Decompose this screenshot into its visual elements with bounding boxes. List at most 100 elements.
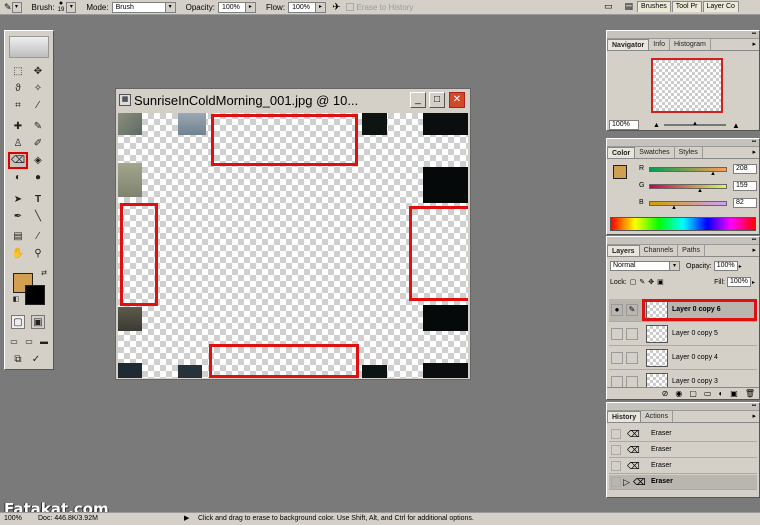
tab-swatches[interactable]: Swatches: [635, 147, 675, 158]
airbrush-icon[interactable]: ✈: [332, 2, 340, 13]
swap-colors-icon[interactable]: ⇄: [37, 267, 51, 281]
layer-opacity-arrow-icon[interactable]: ▸: [739, 263, 742, 270]
move-tool-icon[interactable]: ✥: [31, 65, 45, 79]
eyedropper-tool-icon[interactable]: ⁄: [31, 230, 45, 244]
tab-paths[interactable]: Paths: [678, 245, 706, 256]
tab-history[interactable]: History: [607, 411, 642, 422]
standard-mode-icon[interactable]: ▢: [11, 315, 25, 329]
color-fg-swatch[interactable]: [613, 165, 627, 179]
zoom-tool-icon[interactable]: ⚲: [31, 247, 45, 261]
panel-close-icon[interactable]: ▪▪: [752, 403, 756, 410]
lock-position-icon[interactable]: ✥: [648, 278, 654, 286]
panel-menu-icon[interactable]: ▸: [752, 411, 756, 422]
lock-transparency-icon[interactable]: ▢: [630, 278, 637, 286]
fill-input[interactable]: 100%: [726, 277, 751, 287]
zoom-slider-thumb[interactable]: ▲: [692, 121, 698, 127]
link-toggle[interactable]: [626, 352, 638, 364]
history-brush-tool-icon[interactable]: ✐: [31, 137, 45, 151]
close-button[interactable]: ✕: [449, 92, 465, 108]
layer-style-icon[interactable]: ◉: [675, 389, 682, 398]
tab-channels[interactable]: Channels: [640, 245, 679, 256]
slice-tool-icon[interactable]: ⁄: [31, 99, 45, 113]
layer-row[interactable]: ● ✎ Layer 0 copy 6: [609, 299, 757, 322]
eraser-tool-icon[interactable]: ⌫: [8, 152, 28, 169]
zoom-slider[interactable]: ▲: [663, 121, 726, 127]
image-canvas[interactable]: [118, 113, 468, 378]
zoom-in-icon[interactable]: ▲: [732, 121, 740, 130]
lasso-tool-icon[interactable]: ϑ: [11, 82, 25, 96]
magic-wand-tool-icon[interactable]: ✧: [31, 82, 45, 96]
tab-navigator[interactable]: Navigator: [607, 39, 650, 50]
background-color-swatch[interactable]: [25, 285, 45, 305]
screen-mode-full-icon[interactable]: ▬: [37, 335, 51, 349]
visibility-toggle[interactable]: [611, 352, 623, 364]
adjustment-layer-icon[interactable]: ◐: [718, 389, 723, 398]
pen-tool-icon[interactable]: ✒: [11, 210, 25, 224]
layer-row[interactable]: Layer 0 copy 5: [609, 323, 757, 346]
lock-all-icon[interactable]: ▣: [657, 278, 664, 286]
history-source-box[interactable]: [611, 429, 621, 439]
b-slider-thumb[interactable]: ▲: [671, 205, 677, 211]
panel-close-icon[interactable]: ▪▪: [752, 31, 756, 38]
history-source-box[interactable]: [611, 477, 621, 487]
history-state[interactable]: ⌫ Eraser: [609, 459, 757, 474]
history-state[interactable]: ▷ ⌫ Eraser: [609, 475, 757, 490]
dodge-tool-icon[interactable]: ●: [31, 171, 45, 185]
blend-mode-dropdown-icon[interactable]: ▾: [670, 261, 680, 271]
tab-styles[interactable]: Styles: [675, 147, 703, 158]
screen-mode-full-menu-icon[interactable]: ▭: [22, 335, 36, 349]
g-slider[interactable]: [649, 184, 727, 189]
history-state[interactable]: ⌫ Eraser: [609, 427, 757, 442]
panel-close-icon[interactable]: ▪▪: [752, 237, 756, 244]
tab-color[interactable]: Color: [607, 147, 636, 158]
minimize-button[interactable]: _: [410, 92, 426, 108]
mode-dropdown-icon[interactable]: ▾: [165, 1, 176, 13]
status-menu-arrow-icon[interactable]: ▶: [184, 513, 189, 525]
panel-menu-icon[interactable]: ▸: [752, 39, 756, 50]
tab-info[interactable]: Info: [649, 39, 670, 50]
b-slider[interactable]: [649, 201, 727, 206]
type-tool-icon[interactable]: T: [31, 193, 45, 207]
well-tab-layer-comps[interactable]: Layer Co: [702, 1, 739, 12]
opacity-slider-toggle[interactable]: ▸: [245, 1, 256, 13]
opacity-input[interactable]: 100%: [217, 1, 246, 13]
fill-arrow-icon[interactable]: ▸: [752, 279, 755, 286]
tool-preset-picker[interactable]: ✎ ▾: [4, 1, 22, 13]
layer-mask-icon[interactable]: ▢: [689, 389, 697, 398]
layer-opacity-input[interactable]: 100%: [713, 261, 738, 271]
document-titlebar[interactable]: ▦ SunriseInColdMorning_001.jpg @ 10... _…: [116, 89, 470, 111]
well-icon[interactable]: ▤: [625, 1, 634, 12]
tab-actions[interactable]: Actions: [641, 411, 674, 422]
marquee-tool-icon[interactable]: ⬚: [11, 65, 25, 79]
b-value-input[interactable]: 82: [733, 198, 757, 208]
tab-layers[interactable]: Layers: [607, 245, 640, 256]
well-tab-tool-presets[interactable]: Tool Pr: [671, 1, 702, 12]
clone-stamp-tool-icon[interactable]: ♙: [11, 137, 25, 151]
lock-pixels-icon[interactable]: ✎: [639, 278, 645, 286]
erase-to-history-option[interactable]: Erase to History: [346, 3, 413, 12]
history-source-box[interactable]: [611, 445, 621, 455]
r-value-input[interactable]: 208: [733, 164, 757, 174]
paint-bucket-tool-icon[interactable]: ◈: [31, 154, 45, 168]
crop-tool-icon[interactable]: ⌗: [11, 99, 25, 113]
link-toggle[interactable]: [626, 328, 638, 340]
flow-slider-toggle[interactable]: ▸: [316, 1, 327, 13]
r-slider-thumb[interactable]: ▲: [710, 171, 716, 177]
default-colors-icon[interactable]: ◧: [9, 293, 23, 307]
panel-titlebar[interactable]: ▪▪: [607, 139, 759, 147]
tab-histogram[interactable]: Histogram: [670, 39, 711, 50]
maximize-button[interactable]: □: [429, 92, 445, 108]
history-source-box[interactable]: [611, 461, 621, 471]
history-state[interactable]: ⌫ Eraser: [609, 443, 757, 458]
brush-picker[interactable]: ● 19: [58, 0, 65, 13]
brush-tool-icon[interactable]: ✎: [31, 120, 45, 134]
flow-input[interactable]: 100%: [288, 1, 317, 13]
panel-close-icon[interactable]: ▪▪: [752, 139, 756, 146]
notes-tool-icon[interactable]: ▤: [11, 230, 25, 244]
hand-tool-icon[interactable]: ✋: [11, 247, 25, 261]
panel-titlebar[interactable]: ▪▪: [607, 237, 759, 245]
mode-select[interactable]: Brush: [111, 1, 166, 13]
new-layer-icon[interactable]: ▣: [730, 389, 738, 398]
eye-icon[interactable]: ●: [611, 304, 623, 316]
jump-to-imageready-icon[interactable]: ⧉: [11, 353, 25, 367]
